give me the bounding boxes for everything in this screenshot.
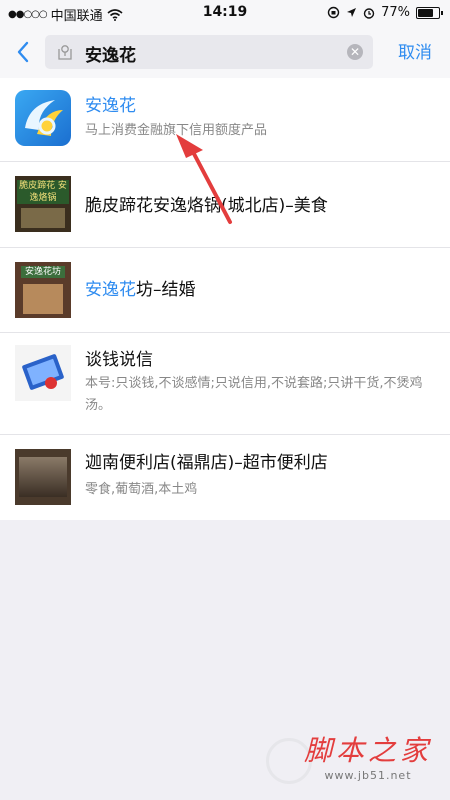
result-description: 本号:只谈钱,不谈感情;只说信用,不说套路;只讲干货,不煲鸡汤。 bbox=[85, 376, 423, 413]
result-title: 脆皮蹄花安逸烙锅(城北店)–美食 bbox=[85, 191, 328, 216]
location-pin-icon bbox=[58, 45, 72, 60]
search-input[interactable]: 安逸花 ✕ bbox=[45, 35, 373, 69]
wedding-shop-thumbnail: 安逸花坊 bbox=[15, 262, 71, 318]
restaurant-thumbnail: 脆皮蹄花 安逸烙锅 bbox=[15, 176, 71, 232]
title-highlight: 安逸花 bbox=[85, 280, 136, 300]
title-rest: 坊–结婚 bbox=[136, 280, 196, 300]
status-bar: ●●○○○ 中国联通 14:19 77% bbox=[0, 0, 450, 26]
clear-search-icon[interactable]: ✕ bbox=[347, 44, 363, 60]
result-item[interactable]: 迦南便利店(福鼎店)–超市便利店 零食,葡萄酒,本土鸡 bbox=[0, 435, 450, 520]
title-rest: 迦南便利店(福鼎店)–超市便利店 bbox=[85, 453, 328, 473]
result-title: 安逸花坊–结婚 bbox=[85, 275, 196, 300]
result-item[interactable]: 安逸花 马上消费金融旗下信用额度产品 bbox=[0, 78, 450, 162]
location-arrow-icon bbox=[347, 8, 357, 17]
title-highlight: 安逸花 bbox=[85, 96, 136, 116]
search-query-text: 安逸花 bbox=[85, 46, 136, 66]
store-thumbnail bbox=[15, 449, 71, 505]
battery-level bbox=[418, 8, 434, 17]
storefront-window bbox=[23, 284, 63, 314]
back-chevron-icon[interactable] bbox=[12, 38, 36, 66]
cancel-button[interactable]: 取消 bbox=[398, 38, 432, 63]
result-title: 迦南便利店(福鼎店)–超市便利店 bbox=[85, 448, 328, 473]
result-title: 谈钱说信 bbox=[85, 345, 153, 370]
orientation-lock-icon bbox=[327, 6, 340, 19]
alarm-icon bbox=[363, 7, 375, 19]
result-description: 马上消费金融旗下信用额度产品 bbox=[85, 123, 268, 138]
result-item[interactable]: 谈钱说信 本号:只谈钱,不谈感情;只说信用,不说套路;只讲干货,不煲鸡汤。 bbox=[0, 333, 450, 435]
title-rest: 脆皮蹄花安逸烙锅(城北店)–美食 bbox=[85, 196, 328, 216]
watermark: 脚本之家 www.jb51.net bbox=[304, 729, 432, 782]
storefront-sign-text: 脆皮蹄花 安逸烙锅 bbox=[17, 180, 69, 204]
storefront-sign-text: 安逸花坊 bbox=[21, 266, 65, 278]
battery-percent: 77% bbox=[381, 5, 410, 20]
storefront-window bbox=[19, 457, 67, 497]
watermark-url: www.jb51.net bbox=[324, 769, 412, 782]
result-item[interactable]: 安逸花坊 安逸花坊–结婚 bbox=[0, 248, 450, 333]
search-header: 安逸花 ✕ 取消 bbox=[0, 26, 450, 79]
storefront-window bbox=[21, 208, 65, 228]
battery-icon bbox=[416, 6, 443, 19]
anyihua-app-icon bbox=[15, 90, 71, 146]
account-avatar bbox=[15, 345, 71, 401]
result-description: 零食,葡萄酒,本土鸡 bbox=[85, 482, 198, 497]
result-title: 安逸花 bbox=[85, 91, 136, 116]
result-item[interactable]: 脆皮蹄花 安逸烙锅 脆皮蹄花安逸烙锅(城北店)–美食 bbox=[0, 162, 450, 248]
search-results-list: 安逸花 马上消费金融旗下信用额度产品 脆皮蹄花 安逸烙锅 脆皮蹄花安逸烙锅(城北… bbox=[0, 78, 450, 520]
watermark-logo-text: 脚本之家 bbox=[303, 734, 432, 767]
title-rest: 谈钱说信 bbox=[85, 350, 153, 370]
